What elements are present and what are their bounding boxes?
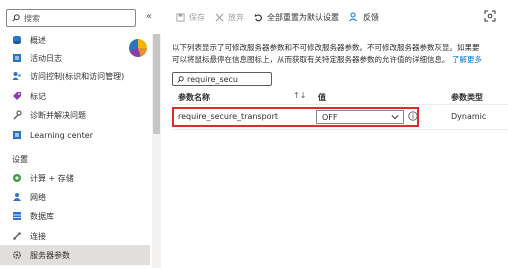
save-icon [176,12,185,22]
sidebar-item-label: 计算 + 存储 [30,173,74,183]
page-description: 以下列表显示了可修改服务器参数和不可修改服务器参数。不可修改服务器参数灰显。如果… [172,42,508,66]
sidebar-item-database[interactable]: 数据库 [0,206,150,226]
sidebar-item-label: 数据库 [30,211,54,221]
sidebar-item-server-parameters[interactable]: 服务器参数 [0,245,150,265]
sidebar-item-network[interactable]: 网络 [0,187,150,207]
table-row-name: require_secure_transport [178,112,278,121]
sidebar-search-input[interactable]: 搜索 [6,9,136,27]
activity-log-icon [12,53,22,63]
sidebar-item-compute-storage[interactable]: 计算 + 存储 [0,168,150,188]
column-header-type[interactable]: 参数类型 [451,92,483,103]
search-icon [177,75,184,83]
sidebar-item-learning-center[interactable]: Learning center [0,125,150,145]
row-divider [172,129,508,130]
sidebar-item-diagnose[interactable]: 诊断并解决问题 [0,105,150,125]
close-icon [215,13,224,22]
database-icon [12,211,22,221]
collapse-sidebar-button[interactable]: « [146,11,152,22]
tag-icon [12,91,22,101]
section-heading-settings: 设置 [12,155,28,164]
description-line-2: 可以将鼠标悬停在信息图标上，从而获取有关特定服务器参数的允许值的详细信息。 了解… [172,55,482,64]
table-header: 参数名称 ↑↓ 值 参数类型 [172,88,508,105]
learning-center-icon [12,130,22,140]
description-line-1: 以下列表显示了可修改服务器参数和不可修改服务器参数。不可修改服务器参数灰显。如果… [172,43,480,52]
gear-icon [12,250,22,260]
table-row-type: Dynamic [451,112,487,121]
sidebar-item-label: 活动日志 [30,53,62,63]
overview-icon [12,35,22,45]
sidebar-item-label: 访问控制(标识和访问管理) [30,71,125,81]
reset-all-button[interactable]: 全部重置为默认设置 [254,12,339,23]
parameter-filter-input[interactable]: require_secu [172,72,272,86]
network-icon [12,192,22,202]
sidebar-item-label: 服务器参数 [30,250,70,260]
feedback-icon [349,12,359,22]
column-header-value[interactable]: 值 [318,92,326,103]
command-bar: 保存 放弃 全部重置为默认设置 反馈 [176,9,389,25]
filter-value: require_secu [187,74,238,84]
focus-icon[interactable] [484,10,496,24]
sort-icon[interactable]: ↑↓ [293,91,306,100]
access-control-icon [12,71,22,81]
sidebar-item-label: 网络 [30,192,46,202]
search-icon [12,14,20,22]
column-header-name[interactable]: 参数名称 [178,92,210,103]
chevron-down-icon [391,113,399,123]
sidebar-item-overview[interactable]: 概述 [0,30,150,50]
sidebar-item-label: 连接 [30,231,46,241]
sidebar-item-connect[interactable]: 连接 [0,226,150,246]
wrench-icon [12,110,22,120]
sidebar-item-activity-log[interactable]: 活动日志 [0,48,150,68]
select-value: OFF [322,112,338,122]
sidebar-item-label: Learning center [30,130,94,140]
parameter-value-select[interactable]: OFF [316,110,404,124]
sidebar-scrollbar[interactable] [152,34,161,268]
sidebar: 搜索 « 概述 活动日志 访问控制(标识和访问管理) 标记 诊断并解决问题 Le… [0,0,162,268]
discard-button[interactable]: 放弃 [215,12,244,23]
feedback-button[interactable]: 反馈 [349,12,379,23]
learn-more-link[interactable]: 了解更多 [452,55,482,64]
sidebar-item-tags[interactable]: 标记 [0,86,150,106]
compute-storage-icon [12,173,22,183]
scrollbar-thumb[interactable] [153,34,160,134]
sidebar-item-label: 诊断并解决问题 [30,110,86,120]
search-placeholder: 搜索 [24,13,40,23]
save-button[interactable]: 保存 [176,12,205,23]
undo-icon [254,13,263,22]
sidebar-item-label: 概述 [30,35,46,45]
info-icon[interactable] [408,111,418,123]
sidebar-item-access-control[interactable]: 访问控制(标识和访问管理) [0,66,150,86]
sidebar-item-label: 标记 [30,91,46,101]
connect-icon [12,231,22,241]
